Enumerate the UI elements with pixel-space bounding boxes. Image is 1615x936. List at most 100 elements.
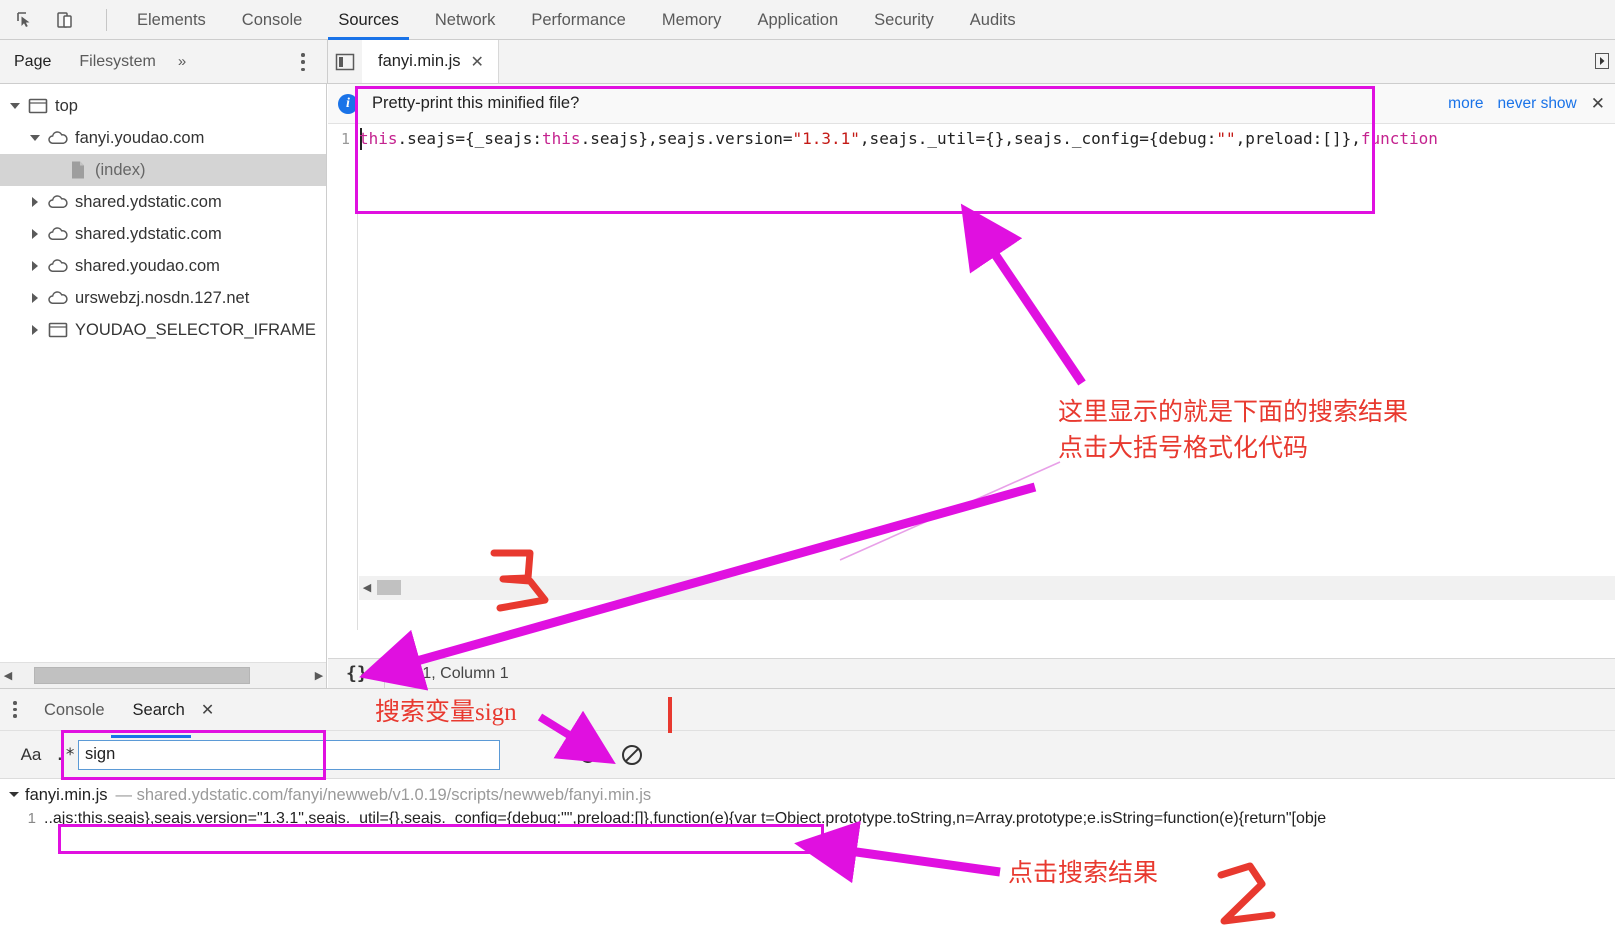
cloud-icon bbox=[45, 130, 71, 146]
tab-console[interactable]: Console bbox=[224, 0, 321, 40]
tab-sources-label: Sources bbox=[338, 10, 399, 29]
editor-horizontal-scrollbar[interactable]: ◀ bbox=[359, 576, 1615, 600]
code-line-1[interactable]: this.seajs={_seajs:this.seajs},seajs.ver… bbox=[359, 124, 1438, 154]
code-token: "1.3.1" bbox=[792, 129, 860, 148]
editor-scroll-thumb[interactable] bbox=[377, 580, 401, 595]
tab-application-label: Application bbox=[757, 10, 839, 29]
scroll-left-icon[interactable]: ◀ bbox=[0, 669, 16, 682]
pane-tab-page[interactable]: Page bbox=[0, 40, 65, 83]
tab-elements-label: Elements bbox=[137, 10, 206, 29]
code-token: .seajs},seajs.version= bbox=[580, 129, 793, 148]
search-result-file-name: fanyi.min.js bbox=[25, 785, 108, 804]
twisty-right-icon[interactable] bbox=[28, 227, 42, 241]
twisty-down-icon[interactable] bbox=[28, 131, 42, 145]
twisty-down-icon[interactable] bbox=[8, 789, 20, 801]
tab-security[interactable]: Security bbox=[856, 0, 952, 40]
scroll-right-icon[interactable]: ▶ bbox=[311, 669, 326, 682]
infobar-close-icon[interactable]: ✕ bbox=[1591, 94, 1607, 114]
file-tabs-scroll-right-icon[interactable] bbox=[1591, 49, 1613, 73]
twisty-down-icon[interactable] bbox=[8, 99, 22, 113]
match-case-toggle[interactable]: Aa bbox=[10, 745, 52, 765]
drawer-tab-console-label: Console bbox=[44, 700, 105, 719]
refresh-search-button[interactable] bbox=[566, 735, 610, 775]
devtools-toolbar: Elements Console Sources Network Perform… bbox=[0, 0, 1615, 40]
file-tab-fanyi-min-js[interactable]: fanyi.min.js ✕ bbox=[362, 40, 499, 83]
twisty-right-icon[interactable] bbox=[28, 291, 42, 305]
tab-sources[interactable]: Sources bbox=[320, 0, 417, 40]
tab-memory-label: Memory bbox=[661, 10, 722, 29]
pane-tab-filesystem-label: Filesystem bbox=[79, 53, 156, 70]
tree-item-youdao-selector-iframe[interactable]: YOUDAO_SELECTOR_IFRAME bbox=[0, 314, 326, 346]
tree-item-label: shared.youdao.com bbox=[75, 256, 220, 275]
drawer-tab-console[interactable]: Console bbox=[30, 689, 119, 731]
search-result-line-number: 1 bbox=[27, 810, 36, 827]
tree-item-shared-ydstatic-com-2[interactable]: shared.ydstatic.com bbox=[0, 218, 326, 250]
line-number: 1 bbox=[340, 130, 350, 148]
infobar-more-link[interactable]: more bbox=[1448, 95, 1483, 113]
tab-console-label: Console bbox=[241, 10, 303, 29]
tree-item-label: (index) bbox=[95, 160, 146, 179]
regex-toggle[interactable]: .* bbox=[52, 745, 78, 765]
sidebar-scroll-track[interactable] bbox=[16, 663, 311, 689]
twisty-right-icon[interactable] bbox=[28, 195, 42, 209]
tree-item-label: YOUDAO_SELECTOR_IFRAME bbox=[75, 320, 316, 339]
toolbar-icon-group bbox=[0, 7, 119, 33]
twisty-right-icon[interactable] bbox=[28, 259, 42, 273]
tab-performance[interactable]: Performance bbox=[513, 0, 643, 40]
tree-item-fanyi-youdao-com[interactable]: fanyi.youdao.com bbox=[0, 122, 326, 154]
search-input[interactable] bbox=[78, 739, 500, 770]
tree-item-label: top bbox=[55, 96, 78, 115]
file-tab-close-icon[interactable]: ✕ bbox=[471, 52, 484, 72]
drawer-tab-close-icon[interactable]: ✕ bbox=[193, 700, 222, 720]
sidebar-horizontal-scrollbar[interactable]: ◀ ▶ bbox=[0, 662, 326, 689]
tree-item-index[interactable]: (index) bbox=[0, 154, 326, 186]
drawer-more-options-icon[interactable] bbox=[0, 689, 30, 731]
tab-audits-label: Audits bbox=[969, 10, 1016, 29]
clear-search-button[interactable] bbox=[610, 735, 654, 775]
cloud-icon bbox=[45, 194, 71, 210]
tree-item-urswebzj-nosdn-127-net[interactable]: urswebzj.nosdn.127.net bbox=[0, 282, 326, 314]
tab-network[interactable]: Network bbox=[417, 0, 514, 40]
devtools-panel-tabs: Elements Console Sources Network Perform… bbox=[119, 0, 1034, 40]
twisty-right-icon[interactable] bbox=[28, 323, 42, 337]
code-token: this bbox=[542, 129, 581, 148]
search-tab-focus-underline bbox=[111, 735, 191, 738]
cloud-icon bbox=[45, 226, 71, 242]
more-panes-chevron-icon[interactable]: » bbox=[170, 53, 194, 70]
code-token: ,preload:[]}, bbox=[1235, 129, 1361, 148]
collapse-navigator-icon[interactable] bbox=[328, 40, 362, 83]
code-token: this bbox=[359, 129, 398, 148]
pane-tab-filesystem[interactable]: Filesystem bbox=[65, 40, 169, 83]
navigator-sidebar: top fanyi.youdao.com (index) shared.ydst… bbox=[0, 84, 327, 688]
tab-audits[interactable]: Audits bbox=[952, 0, 1034, 40]
tree-item-label: urswebzj.nosdn.127.net bbox=[75, 288, 250, 307]
navigator-and-file-tabs-bar: Page Filesystem » fanyi.min.js ✕ bbox=[0, 40, 1615, 84]
navigator-pane-tabs: Page Filesystem » bbox=[0, 40, 327, 83]
cursor-position-label: Line 1, Column 1 bbox=[387, 664, 509, 682]
code-viewport[interactable]: 1 this.seajs={_seajs:this.seajs},seajs.v… bbox=[328, 124, 1615, 630]
search-result-match-row[interactable]: 1 ..ajs:this.seajs},seajs.version="1.3.1… bbox=[0, 810, 1615, 838]
file-tab-row: fanyi.min.js ✕ bbox=[328, 40, 1615, 83]
pretty-print-infobar: i Pretty-print this minified file? more … bbox=[328, 84, 1615, 124]
device-toolbar-icon[interactable] bbox=[52, 7, 78, 33]
code-token: ,seajs._util={},seajs._config={debug: bbox=[859, 129, 1217, 148]
tree-item-shared-ydstatic-com-1[interactable]: shared.ydstatic.com bbox=[0, 186, 326, 218]
tab-network-label: Network bbox=[434, 10, 496, 29]
tab-elements[interactable]: Elements bbox=[119, 0, 224, 40]
pretty-print-format-button[interactable]: {} bbox=[340, 663, 374, 684]
search-results-list: fanyi.min.js — shared.ydstatic.com/fanyi… bbox=[0, 780, 1615, 936]
tab-memory[interactable]: Memory bbox=[644, 0, 740, 40]
tree-item-shared-youdao-com[interactable]: shared.youdao.com bbox=[0, 250, 326, 282]
tab-application[interactable]: Application bbox=[739, 0, 856, 40]
tree-item-label: shared.ydstatic.com bbox=[75, 224, 222, 243]
sidebar-scroll-thumb[interactable] bbox=[34, 666, 250, 684]
inspect-element-icon[interactable] bbox=[12, 7, 38, 33]
navigator-more-options-icon[interactable] bbox=[294, 52, 312, 72]
infobar-never-show-link[interactable]: never show bbox=[1497, 95, 1576, 113]
drawer-tab-search[interactable]: Search bbox=[119, 689, 199, 731]
tree-item-label: fanyi.youdao.com bbox=[75, 128, 205, 147]
search-result-file-row[interactable]: fanyi.min.js — shared.ydstatic.com/fanyi… bbox=[0, 780, 1615, 810]
tree-item-label: shared.ydstatic.com bbox=[75, 192, 222, 211]
tree-item-top[interactable]: top bbox=[0, 90, 326, 122]
editor-scroll-left-icon[interactable]: ◀ bbox=[359, 581, 375, 594]
